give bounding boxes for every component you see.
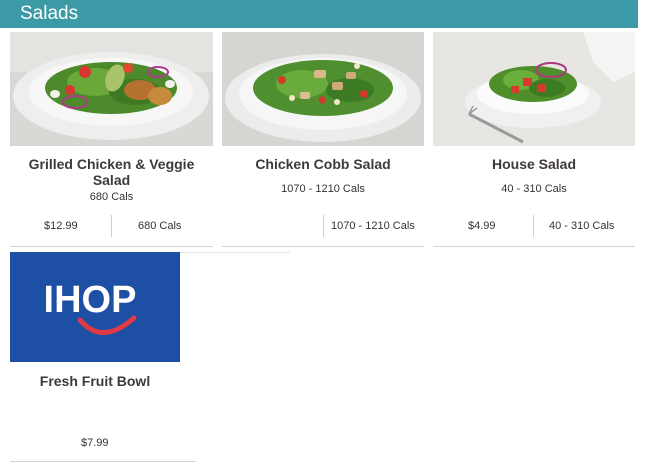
price-row: $7.99 [10, 432, 196, 454]
item-calories: 1070 - 1210 Cals [281, 183, 365, 195]
price-row: 1070 - 1210 Cals [222, 215, 424, 237]
ihop-logo: IHOP [10, 252, 180, 362]
card-divider [433, 246, 635, 247]
card-divider [222, 246, 424, 247]
item-price: $7.99 [81, 437, 109, 449]
menu-item-card[interactable]: Chicken Cobb Salad 1070 - 1210 Cals 1070… [222, 32, 424, 247]
menu-item-card[interactable]: Grilled Chicken & Veggie Salad 680 Cals … [10, 32, 213, 247]
item-calories: 40 - 310 Cals [501, 183, 567, 195]
logo-text: IHOP [44, 279, 137, 321]
item-price-calories: 40 - 310 Cals [549, 220, 615, 232]
card-divider [10, 461, 196, 462]
menu-item-card[interactable]: IHOP Fresh Fruit Bowl $7.99 [10, 252, 196, 464]
item-price: $12.99 [44, 220, 78, 232]
salad-image [433, 32, 635, 146]
price-row: $12.99 680 Cals [10, 215, 213, 237]
ihop-logo-image: IHOP [10, 252, 180, 362]
card-divider [10, 246, 213, 247]
divider [533, 215, 534, 237]
item-price-calories: 1070 - 1210 Cals [331, 220, 415, 232]
item-calories: 680 Cals [89, 191, 134, 203]
item-name: Fresh Fruit Bowl [39, 373, 151, 389]
salad-image [222, 32, 424, 146]
section-title: Salads [20, 3, 79, 24]
menu-item-card[interactable]: House Salad 40 - 310 Cals $4.99 40 - 310… [433, 32, 635, 247]
price-row: $4.99 40 - 310 Cals [433, 215, 635, 237]
section-header: Salads [0, 0, 638, 28]
item-name: Grilled Chicken & Veggie Salad [28, 156, 195, 188]
chicken-cobb-salad-photo [222, 32, 424, 146]
salad-image [10, 32, 213, 146]
divider [323, 215, 324, 237]
item-name: Chicken Cobb Salad [255, 156, 391, 172]
house-salad-photo [433, 32, 635, 146]
item-name: House Salad [491, 156, 577, 172]
grilled-chicken-salad-photo [10, 32, 213, 146]
item-price-calories: 680 Cals [138, 220, 182, 232]
item-price: $4.99 [468, 220, 496, 232]
divider [111, 215, 112, 237]
